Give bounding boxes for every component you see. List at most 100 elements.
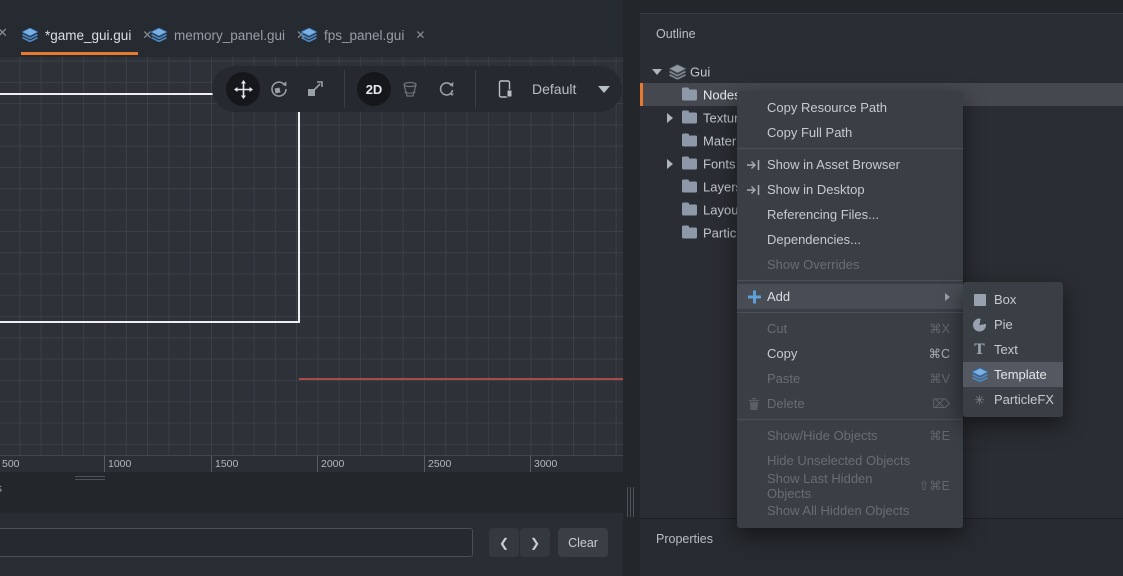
menu-item-copy-full-path[interactable]: Copy Full Path [737, 120, 963, 145]
filter-input[interactable] [0, 528, 473, 557]
console-bar: ❮ ❯ Clear [0, 513, 623, 576]
menu-item-hide-unselected-objects: Hide Unselected Objects [737, 448, 963, 473]
next-button[interactable]: ❯ [520, 528, 550, 557]
ruler-tick [104, 456, 105, 473]
toolbar-divider [344, 70, 345, 108]
x-axis-line [299, 378, 623, 380]
shortcut-label: ⌘V [929, 371, 950, 386]
clipped-label-fragment: s [0, 481, 2, 495]
tree-item-gui[interactable]: Gui [640, 60, 1123, 83]
move-tool-button[interactable] [226, 72, 260, 106]
vertical-splitter-handle[interactable] [627, 487, 634, 517]
shortcut-label: ⌘X [929, 321, 950, 336]
text-icon: T [971, 343, 988, 357]
tab-game-gui[interactable]: *game_gui.gui ✕ [22, 20, 152, 50]
folder-icon [682, 181, 697, 192]
clear-button[interactable]: Clear [558, 528, 608, 557]
rotate-tool-icon [269, 79, 289, 99]
menu-item-copy-resource-path[interactable]: Copy Resource Path [737, 95, 963, 120]
chevron-down-icon[interactable] [598, 86, 610, 93]
menu-separator [737, 148, 963, 149]
editor-window: ✕ *game_gui.gui ✕ memory_panel.gui ✕ [0, 0, 1123, 576]
outline-title: Outline [656, 27, 696, 41]
tab-label: fps_panel.gui [324, 28, 404, 43]
ruler-tick [530, 456, 531, 473]
delete-forward-icon: ⌦ [932, 396, 950, 411]
tab-close-icon[interactable]: ✕ [415, 28, 425, 42]
frustum-icon [401, 81, 419, 98]
tab-label: *game_gui.gui [45, 28, 131, 43]
tab-fps-panel[interactable]: fps_panel.gui ✕ [301, 20, 425, 50]
tree-item-label: Gui [690, 64, 710, 79]
plus-icon [745, 290, 763, 303]
box-icon [971, 294, 988, 306]
chevron-right-icon: ❯ [530, 536, 540, 550]
scale-tool-button[interactable] [298, 72, 332, 106]
tab-memory-panel[interactable]: memory_panel.gui ✕ [151, 20, 306, 50]
menu-item-show-in-desktop[interactable]: Show in Desktop [737, 177, 963, 202]
menu-separator [737, 312, 963, 313]
properties-title: Properties [656, 532, 713, 546]
menu-item-show-overrides: Show Overrides [737, 252, 963, 277]
tab-label: memory_panel.gui [174, 28, 285, 43]
menu-separator [737, 280, 963, 281]
ruler-tick [211, 456, 212, 473]
chevron-expanded-icon[interactable] [652, 69, 662, 75]
particlefx-icon: ✳ [971, 393, 988, 406]
folder-icon [682, 112, 697, 123]
shortcut-label: ⌘E [929, 428, 950, 443]
menu-item-dependencies[interactable]: Dependencies... [737, 227, 963, 252]
menu-item-add[interactable]: Add [737, 284, 963, 309]
pie-icon [971, 318, 988, 331]
folder-icon [682, 89, 697, 100]
submenu-item-box[interactable]: Box [963, 287, 1063, 312]
tab-close-icon[interactable]: ✕ [0, 25, 8, 41]
viewport-canvas[interactable]: 2D [0, 57, 623, 455]
submenu-item-text[interactable]: T Text [963, 337, 1063, 362]
tree-item-label: Nodes [703, 87, 741, 102]
horizontal-splitter-handle[interactable] [75, 476, 105, 482]
chevron-collapsed-icon[interactable] [667, 159, 673, 169]
toolbar-divider [475, 70, 476, 108]
perspective-button[interactable] [393, 72, 427, 106]
menu-item-delete: Delete ⌦ [737, 391, 963, 416]
menu-item-show-in-asset-browser[interactable]: Show in Asset Browser [737, 152, 963, 177]
menu-item-show-all-hidden-objects: Show All Hidden Objects [737, 498, 963, 523]
2d-mode-button[interactable]: 2D [357, 72, 391, 106]
menu-item-referencing-files[interactable]: Referencing Files... [737, 202, 963, 227]
folder-icon [682, 158, 697, 169]
trash-icon [745, 397, 763, 410]
rotate-tool-button[interactable] [262, 72, 296, 106]
template-icon [301, 28, 317, 42]
ruler-label: 3000 [534, 458, 557, 470]
arrow-into-bar-icon [745, 159, 763, 171]
submenu-item-pie[interactable]: Pie [963, 312, 1063, 337]
menu-item-show-hide-objects: Show/Hide Objects ⌘E [737, 423, 963, 448]
rotate-view-icon [436, 80, 456, 98]
device-profile-button[interactable] [488, 72, 522, 106]
viewport-toolbar: 2D [212, 66, 622, 112]
folder-icon [682, 204, 697, 215]
chevron-left-icon: ❮ [499, 536, 509, 550]
device-icon [494, 80, 516, 98]
ruler-tick [424, 456, 425, 473]
horizontal-ruler: 500 1000 1500 2000 2500 3000 [0, 455, 623, 472]
template-icon [22, 28, 38, 42]
chevron-collapsed-icon[interactable] [667, 113, 673, 123]
submenu-item-template[interactable]: Template [963, 362, 1063, 387]
arrow-into-bar-icon [745, 184, 763, 196]
menu-item-copy[interactable]: Copy ⌘C [737, 341, 963, 366]
submenu-item-particlefx[interactable]: ✳ ParticleFX [963, 387, 1063, 412]
submenu-arrow-icon [945, 293, 950, 301]
pane-gap: s [0, 472, 623, 513]
ruler-label: 2000 [321, 458, 344, 470]
active-tab-underline [21, 52, 138, 55]
prev-button[interactable]: ❮ [489, 528, 519, 557]
ruler-label: 1000 [108, 458, 131, 470]
scene-editor: ✕ *game_gui.gui ✕ memory_panel.gui ✕ [0, 0, 623, 576]
folder-icon [682, 227, 697, 238]
reset-view-button[interactable] [429, 72, 463, 106]
ruler-label: 2500 [428, 458, 451, 470]
menu-item-show-last-hidden-objects: Show Last Hidden Objects ⇧⌘E [737, 473, 963, 498]
template-icon [971, 368, 988, 382]
